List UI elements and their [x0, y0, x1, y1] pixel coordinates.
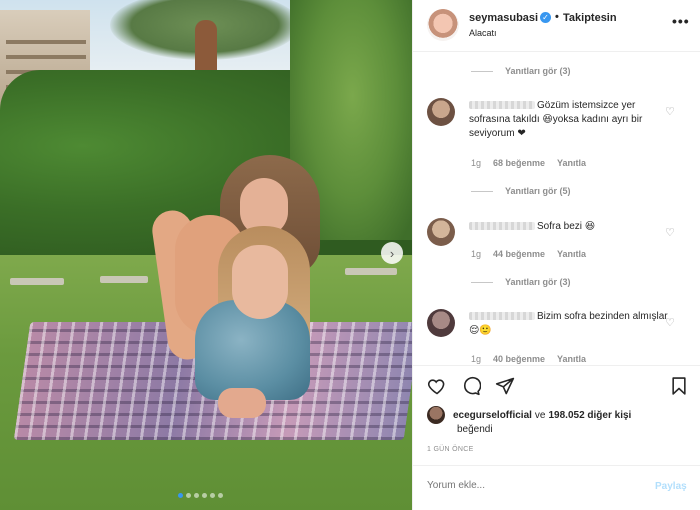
view-replies-link[interactable]: Yanıtları gör (3) [471, 66, 571, 76]
photo-woman-face [232, 245, 288, 319]
separator-dot: • [555, 11, 559, 23]
comment-avatar[interactable] [427, 98, 455, 126]
liked-by-row: ecegurselofficial ve 198.052 diğer kişi [427, 406, 631, 424]
avatar[interactable] [427, 406, 445, 424]
reply-button[interactable]: Yanıtla [557, 158, 586, 168]
comment-time: 1g [471, 249, 482, 259]
view-replies-label: Yanıtları gör (3) [505, 66, 571, 76]
chevron-right-icon: › [389, 245, 395, 261]
comment-input[interactable] [427, 480, 627, 491]
comment-item: Bizim sofra bezinden almışlar 😌🙂 [469, 310, 669, 338]
comment-icon[interactable] [461, 376, 482, 402]
comment-username-blurred[interactable] [469, 312, 535, 321]
comment-meta: 1g 40 beğenme Yanıtla [471, 354, 586, 364]
liked-by-username[interactable]: ecegurselofficial [453, 410, 532, 421]
comment-avatar[interactable] [427, 218, 455, 246]
reply-button[interactable]: Yanıtla [557, 249, 586, 259]
carousel-dots [178, 493, 223, 498]
photo-stepping-stone [10, 278, 64, 285]
post-panel: seymasubasi ✓ • Takiptesin Alacatı ••• Y… [412, 0, 700, 510]
post-header: seymasubasi ✓ • Takiptesin Alacatı ••• [413, 0, 700, 52]
carousel-next-button[interactable]: › [381, 242, 403, 264]
photo-stepping-stone [345, 268, 397, 275]
carousel-dot[interactable] [194, 493, 199, 498]
comment-likes-link[interactable]: 40 beğenme [493, 354, 545, 364]
post-actions: ecegurselofficial ve 198.052 diğer kişi … [413, 365, 700, 465]
heart-icon[interactable] [427, 376, 447, 402]
verified-badge-icon: ✓ [540, 12, 551, 23]
bookmark-icon[interactable] [669, 376, 689, 402]
comment-avatar[interactable] [427, 309, 455, 337]
paper-plane-icon[interactable] [495, 376, 515, 402]
add-comment-box: Paylaş [413, 465, 700, 510]
liked-by-others-link[interactable]: 198.052 diğer kişi [548, 410, 631, 421]
share-comment-button[interactable]: Paylaş [655, 481, 687, 492]
more-options-icon[interactable]: ••• [672, 13, 690, 29]
divider-line [471, 281, 493, 283]
divider-line [471, 190, 493, 192]
liked-by-connector: ve [534, 409, 546, 421]
photo-hands [218, 388, 266, 418]
comment-like-icon[interactable]: ♡ [665, 226, 675, 239]
comment-meta: 1g 68 beğenme Yanıtla [471, 158, 586, 168]
comment-item: Sofra bezi 😆 [469, 220, 669, 234]
photo-stepping-stone [100, 276, 148, 283]
location-link[interactable]: Alacatı [469, 28, 497, 38]
view-replies-label: Yanıtları gör (5) [505, 186, 571, 196]
post-timestamp[interactable]: 1 GÜN ÖNCE [427, 446, 474, 453]
carousel-dot[interactable] [178, 493, 183, 498]
view-replies-label: Yanıtları gör (3) [505, 277, 571, 287]
comment-username-blurred[interactable] [469, 222, 535, 231]
comment-like-icon[interactable]: ♡ [665, 105, 675, 118]
reply-button[interactable]: Yanıtla [557, 354, 586, 364]
view-replies-link[interactable]: Yanıtları gör (3) [471, 277, 571, 287]
liked-by-suffix: beğendi [457, 424, 493, 435]
comment-like-icon[interactable]: ♡ [665, 316, 675, 329]
following-button[interactable]: Takiptesin [563, 12, 617, 24]
carousel-dot[interactable] [202, 493, 207, 498]
comment-time: 1g [471, 158, 482, 168]
carousel-dot[interactable] [218, 493, 223, 498]
comment-likes-link[interactable]: 44 beğenme [493, 249, 545, 259]
comment-time: 1g [471, 354, 482, 364]
comment-username-blurred[interactable] [469, 101, 535, 110]
comment-likes-link[interactable]: 68 beğenme [493, 158, 545, 168]
avatar[interactable] [427, 9, 459, 41]
carousel-dot[interactable] [210, 493, 215, 498]
divider-line [471, 70, 493, 72]
username-link[interactable]: seymasubasi [469, 12, 538, 24]
comment-meta: 1g 44 beğenme Yanıtla [471, 249, 586, 259]
comments-list[interactable]: Yanıtları gör (3) Gözüm istemsizce yer s… [413, 52, 700, 365]
comment-item: Gözüm istemsizce yer sofrasına takıldı 😆… [469, 99, 669, 141]
view-replies-link[interactable]: Yanıtları gör (5) [471, 186, 571, 196]
post-photo[interactable]: › [0, 0, 412, 510]
carousel-dot[interactable] [186, 493, 191, 498]
comment-text: Sofra bezi 😆 [537, 221, 596, 232]
